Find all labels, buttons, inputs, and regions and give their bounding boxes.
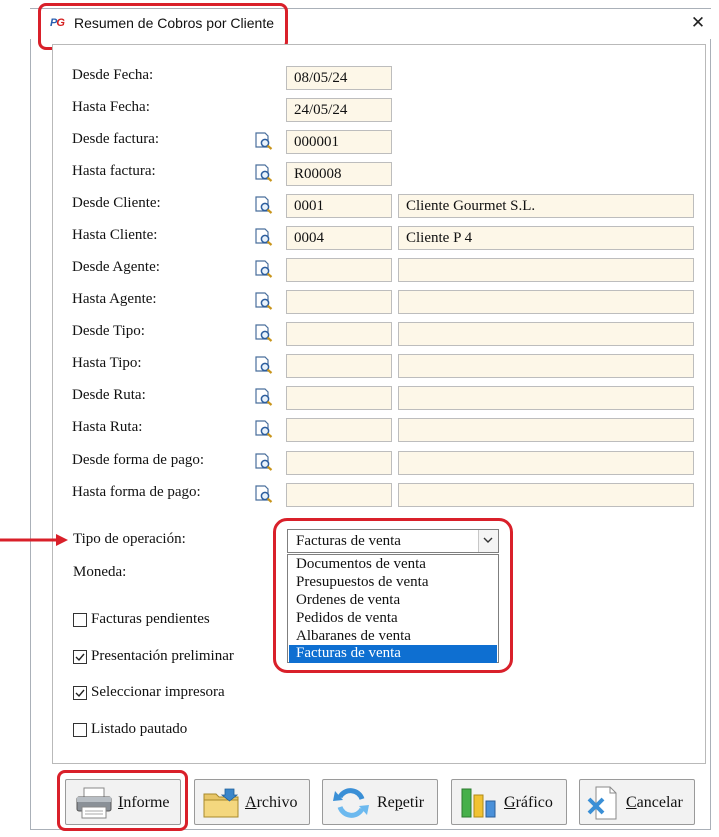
hasta-forma-pago-name-field: [398, 483, 694, 507]
refresh-icon: [333, 788, 369, 818]
cancelar-label: ancelar: [636, 794, 683, 811]
lookup-icon[interactable]: [254, 388, 274, 406]
desde-ruta-code-input[interactable]: [286, 386, 392, 410]
hasta-tipo-name-field: [398, 354, 694, 378]
hasta-tipo-code-input[interactable]: [286, 354, 392, 378]
desde-cliente-name-field: Cliente Gourmet S.L.: [398, 194, 694, 218]
lookup-icon[interactable]: [254, 292, 274, 310]
repetir-label: etir: [402, 794, 425, 811]
grafico-label: ráfico: [515, 794, 553, 811]
lookup-icon[interactable]: [254, 356, 274, 374]
hasta-agente-code-input[interactable]: [286, 290, 392, 314]
desde-agente-label: Desde Agente:: [72, 259, 160, 275]
hasta-cliente-name-field: Cliente P 4: [398, 226, 694, 250]
desde-forma-pago-name-field: [398, 451, 694, 475]
presentacion-preliminar-label: Presentación preliminar: [91, 648, 234, 664]
hasta-tipo-label: Hasta Tipo:: [72, 355, 142, 371]
desde-cliente-code-input[interactable]: 0001: [286, 194, 392, 218]
desde-forma-pago-code-input[interactable]: [286, 451, 392, 475]
lookup-icon[interactable]: [254, 132, 274, 150]
lookup-icon[interactable]: [254, 164, 274, 182]
desde-agente-code-input[interactable]: [286, 258, 392, 282]
desde-fecha-label: Desde Fecha:: [72, 67, 154, 83]
checkmark-icon: [75, 689, 85, 698]
seleccionar-impresora-label: Seleccionar impresora: [91, 684, 225, 700]
lookup-icon[interactable]: [254, 420, 274, 438]
repetir-button[interactable]: Repetir: [322, 779, 438, 825]
lookup-icon[interactable]: [254, 453, 274, 471]
bar-chart-icon: [461, 788, 496, 818]
checkmark-icon: [75, 653, 85, 662]
grafico-mnemonic: G: [504, 794, 516, 811]
desde-ruta-label: Desde Ruta:: [72, 387, 146, 403]
desde-tipo-label: Desde Tipo:: [72, 323, 145, 339]
folder-icon: [203, 788, 239, 818]
repetir-prefix: Re: [377, 794, 395, 811]
facturas-pendientes-checkbox[interactable]: [73, 613, 87, 627]
hasta-factura-input[interactable]: R00008: [286, 162, 392, 186]
cancelar-button[interactable]: Cancelar: [579, 779, 695, 825]
facturas-pendientes-label: Facturas pendientes: [91, 611, 210, 627]
archivo-mnemonic: A: [245, 794, 257, 811]
presentacion-preliminar-checkbox[interactable]: [73, 650, 87, 664]
lookup-icon[interactable]: [254, 196, 274, 214]
desde-cliente-label: Desde Cliente:: [72, 195, 161, 211]
desde-fecha-input[interactable]: 08/05/24: [286, 66, 392, 90]
archivo-button[interactable]: Archivo: [194, 779, 310, 825]
cancelar-mnemonic: C: [626, 794, 637, 811]
moneda-label: Moneda:: [73, 564, 127, 580]
repetir-mnemonic: p: [394, 794, 403, 811]
cancel-document-icon: [587, 786, 617, 820]
hasta-factura-label: Hasta factura:: [72, 163, 156, 179]
grafico-button[interactable]: Gráfico: [451, 779, 567, 825]
hasta-forma-pago-label: Hasta forma de pago:: [72, 484, 201, 500]
desde-ruta-name-field: [398, 386, 694, 410]
hasta-cliente-code-input[interactable]: 0004: [286, 226, 392, 250]
hasta-agente-name-field: [398, 290, 694, 314]
hasta-forma-pago-code-input[interactable]: [286, 483, 392, 507]
hasta-fecha-label: Hasta Fecha:: [72, 99, 150, 115]
hasta-agente-label: Hasta Agente:: [72, 291, 157, 307]
lookup-icon[interactable]: [254, 228, 274, 246]
hasta-cliente-label: Hasta Cliente:: [72, 227, 158, 243]
listado-pautado-label: Listado pautado: [91, 721, 188, 737]
hasta-ruta-label: Hasta Ruta:: [72, 419, 143, 435]
hasta-fecha-input[interactable]: 24/05/24: [286, 98, 392, 122]
informe-highlight: [57, 770, 188, 831]
lookup-icon[interactable]: [254, 485, 274, 503]
title-highlight: [38, 3, 288, 50]
lookup-icon[interactable]: [254, 260, 274, 278]
lookup-icon[interactable]: [254, 324, 274, 342]
desde-tipo-code-input[interactable]: [286, 322, 392, 346]
desde-forma-pago-label: Desde forma de pago:: [72, 452, 205, 468]
desde-tipo-name-field: [398, 322, 694, 346]
desde-factura-input[interactable]: 000001: [286, 130, 392, 154]
annotation-arrow-icon: [0, 534, 68, 546]
dropdown-highlight: [273, 518, 513, 673]
desde-agente-name-field: [398, 258, 694, 282]
hasta-ruta-code-input[interactable]: [286, 418, 392, 442]
archivo-label: rchivo: [256, 794, 298, 811]
tipo-operacion-label: Tipo de operación:: [73, 531, 186, 547]
close-icon[interactable]: ✕: [688, 12, 708, 34]
seleccionar-impresora-checkbox[interactable]: [73, 686, 87, 700]
listado-pautado-checkbox[interactable]: [73, 723, 87, 737]
desde-factura-label: Desde factura:: [72, 131, 160, 147]
hasta-ruta-name-field: [398, 418, 694, 442]
